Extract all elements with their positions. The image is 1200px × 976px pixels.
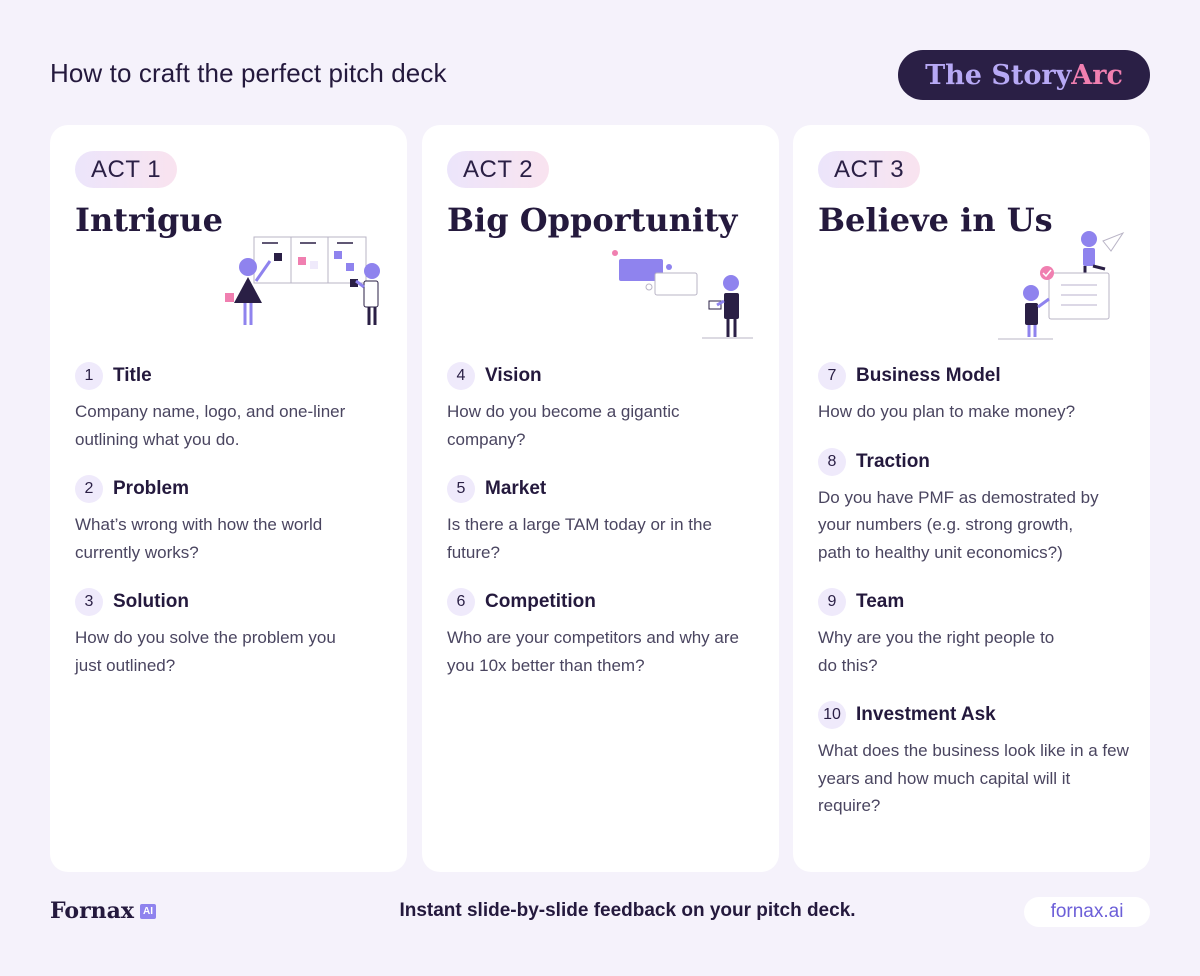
item-description: Why are you the right people to do this?	[818, 628, 1055, 675]
item-name: Team	[856, 591, 905, 612]
item-number: 6	[447, 588, 475, 616]
list-item: 4 Vision How do you become a gigantic com…	[447, 362, 759, 453]
item-name: Market	[485, 478, 547, 499]
item-name: Solution	[113, 591, 189, 612]
list-item: 2 Problem What’s wrong with how the world…	[75, 475, 387, 566]
team-illustration-icon	[998, 231, 1125, 340]
item-number: 5	[447, 475, 475, 503]
website-link[interactable]: fornax.ai	[1024, 897, 1150, 927]
whiteboard-illustration-icon	[225, 236, 380, 325]
item-name: Traction	[856, 450, 930, 472]
footer-tagline: Instant slide-by-slide feedback on your …	[399, 900, 856, 921]
item-name: Vision	[485, 365, 542, 386]
item-number: 3	[75, 588, 103, 616]
act-title: Big Opportunity	[447, 201, 738, 239]
list-item: 1 Title Company name, logo, and one-liner…	[75, 362, 387, 453]
item-description: How do you solve the problem you just ou…	[75, 628, 336, 675]
item-number: 10	[818, 701, 846, 729]
act-item-list: 1 Title Company name, logo, and one-liner…	[75, 362, 387, 701]
item-description: What does the business look like in a fe…	[818, 741, 1129, 815]
item-description: How do you become a gigantic company?	[447, 402, 680, 449]
item-number: 4	[447, 362, 475, 390]
list-item: 10 Investment Ask What does the business …	[818, 701, 1130, 820]
act-card-2: ACT 2 Big Opportunity 4 Vision How do you…	[422, 125, 779, 872]
item-name: Problem	[113, 478, 190, 499]
list-item: 3 Solution How do you solve the problem y…	[75, 588, 387, 679]
act-item-list: 7 Business Model How do you plan to make …	[818, 362, 1130, 842]
list-item: 9 Team Why are you the right people to do…	[818, 588, 1130, 679]
act-label: ACT 2	[447, 151, 550, 188]
list-item: 7 Business Model How do you plan to make …	[818, 362, 1130, 426]
list-item: 5 Market Is there a large TAM today or in…	[447, 475, 759, 566]
item-description: How do you plan to make money?	[818, 402, 1076, 421]
item-name: Investment Ask	[856, 704, 996, 725]
item-description: Is there a large TAM today or in the fut…	[447, 515, 712, 562]
item-number: 2	[75, 475, 103, 503]
item-name: Title	[113, 365, 152, 386]
act-card-3: ACT 3 Believe in Us 7 Business Model How …	[793, 125, 1150, 872]
item-number: 7	[818, 362, 846, 390]
act-label: ACT 3	[818, 151, 921, 188]
item-description: Company name, logo, and one-liner outlin…	[75, 402, 346, 449]
badge-text-primary: The Story	[925, 59, 1072, 91]
list-item: 8 Traction Do you have PMF as demostrated…	[818, 447, 1130, 567]
act-title: Intrigue	[75, 201, 224, 239]
item-number: 8	[818, 447, 846, 476]
item-number: 9	[818, 588, 846, 616]
item-name: Competition	[485, 591, 596, 612]
act-card-1: ACT 1 Intrigue 1 Title Company name, logo…	[50, 125, 407, 872]
item-name: Business Model	[856, 365, 1001, 386]
act-label: ACT 1	[75, 151, 178, 188]
page-title: How to craft the perfect pitch deck	[50, 58, 447, 88]
item-description: What’s wrong with how the world currentl…	[75, 515, 323, 562]
act-item-list: 4 Vision How do you become a gigantic com…	[447, 362, 759, 701]
presentation-illustration-icon	[612, 250, 753, 339]
item-description: Do you have PMF as demostrated by your n…	[818, 487, 1099, 562]
item-number: 1	[75, 362, 103, 390]
item-description: Who are your competitors and why are you…	[447, 628, 739, 675]
story-arc-badge: The Story Arc	[898, 50, 1150, 100]
list-item: 6 Competition Who are your competitors an…	[447, 588, 759, 679]
badge-text-accent: Arc	[1071, 59, 1123, 91]
